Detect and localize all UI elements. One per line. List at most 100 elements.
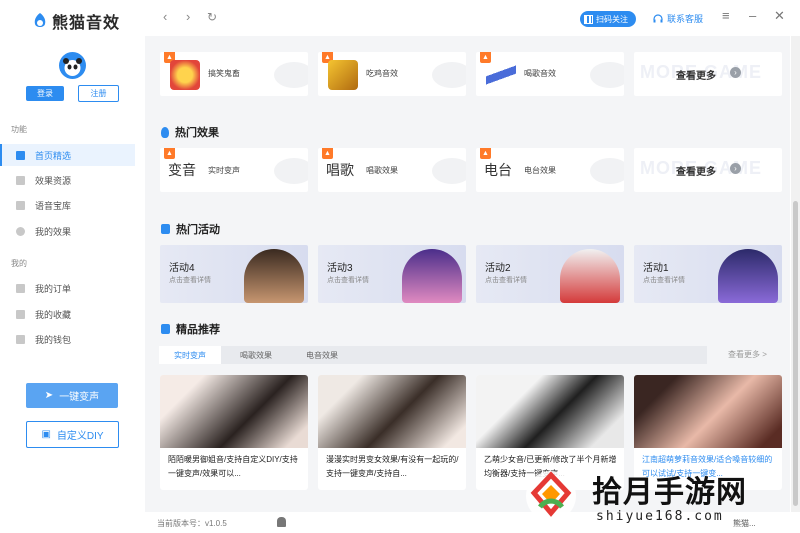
circle-icon (16, 226, 25, 236)
effect-card[interactable]: ▲ 搞笑鬼畜 (160, 52, 308, 96)
sidebar-item-label: 语音宝库 (35, 200, 72, 211)
effect-card[interactable]: ▲ 喝歌音效 (476, 52, 624, 96)
activity-banner[interactable]: 活动1 点击查看详情 (634, 245, 782, 303)
activity-subtitle: 点击查看详情 (485, 277, 527, 284)
character-illustration (402, 249, 462, 303)
card-label: 实时变声 (208, 166, 240, 175)
sidebar-item-favorites[interactable]: 我的收藏 (0, 303, 135, 325)
effect-card[interactable]: ▲ 唱歌 唱歌效果 (318, 148, 466, 192)
effect-card[interactable]: ▲ 电台 电台效果 (476, 148, 624, 192)
character-illustration (718, 249, 778, 303)
card-label: 喝歌音效 (524, 69, 556, 78)
sidebar-item-label: 首页精选 (35, 150, 72, 161)
activity-banner[interactable]: 活动3 点击查看详情 (318, 245, 466, 303)
watermark-text: 拾月手游网 (592, 475, 747, 510)
card-big-label: 电台 (484, 162, 512, 178)
card-decoration (274, 158, 308, 184)
home-icon (16, 150, 25, 160)
minimize-icon[interactable]: – (749, 9, 756, 23)
menu-icon[interactable]: ≡ (722, 9, 730, 23)
card-label: 吃鸡音效 (366, 69, 398, 78)
login-button[interactable]: 登录 (26, 86, 64, 101)
version-text: 当前版本号：v1.0.5 (157, 519, 227, 528)
scan-follow-button[interactable]: 扫码关注 (580, 11, 636, 27)
chevron-right-icon: › (730, 163, 741, 174)
sidebar-item-orders[interactable]: 我的订单 (0, 277, 135, 299)
view-more-card[interactable]: MORE GAME 查看更多 › (634, 52, 782, 96)
tab-realtime-voice[interactable]: 实时变声 (159, 346, 221, 364)
activity-banner[interactable]: 活动2 点击查看详情 (476, 245, 624, 303)
register-button[interactable]: 注册 (78, 85, 119, 102)
character-illustration (244, 249, 304, 303)
card-decoration (590, 158, 624, 184)
sidebar-item-my-effects[interactable]: 我的效果 (0, 220, 135, 242)
sidebar-item-wallet[interactable]: 我的钱包 (0, 328, 135, 350)
effect-card[interactable]: ▲ 吃鸡音效 (318, 52, 466, 96)
chicken-game-icon (328, 60, 358, 90)
scrollbar[interactable] (791, 36, 800, 512)
plug-icon: ▣ (41, 429, 51, 440)
activity-icon (161, 224, 170, 234)
one-click-voice-button[interactable]: ➤ 一键变声 (26, 383, 118, 408)
cover-photo (476, 375, 624, 448)
custom-diy-label: 自定义DIY (56, 431, 104, 442)
qr-code-icon (584, 14, 593, 24)
forward-icon[interactable]: › (186, 10, 190, 24)
sidebar-item-voice-library[interactable]: 语音宝库 (0, 194, 135, 216)
cover-photo (160, 375, 308, 448)
flame-icon (161, 126, 169, 138)
watermark-url: shiyue168.com (596, 509, 724, 524)
watermark: 拾月手游网 shiyue168.com (520, 463, 790, 529)
title-bar: 熊猫音效 ‹ › ↻ 扫码关注 联系客服 ≡ – ✕ (0, 0, 800, 36)
recommend-desc: 漫漫实时男变女效果/有没有一起玩的/支持一键变声/支持自... (326, 455, 459, 478)
featured-heading: 精品推荐 (161, 321, 220, 337)
scan-follow-label: 扫码关注 (596, 14, 628, 24)
bell-icon[interactable] (277, 517, 286, 527)
tab-electronic[interactable]: 电音效果 (291, 346, 353, 364)
card-decoration (590, 62, 624, 88)
featured-view-more-link[interactable]: 查看更多 > (728, 349, 767, 360)
avatar[interactable] (59, 52, 86, 79)
app-title: 熊猫音效 (52, 15, 121, 32)
sidebar: 登录 注册 功能 首页精选 效果资源 语音宝库 我的效果 我的 我的订单 我的收… (0, 36, 145, 533)
sidebar-item-label: 效果资源 (35, 175, 72, 186)
send-icon: ➤ (44, 390, 54, 401)
back-icon[interactable]: ‹ (163, 10, 167, 24)
headset-icon (653, 13, 663, 22)
contact-service-button[interactable]: 联系客服 (653, 12, 703, 25)
chevron-right-icon: › (730, 67, 741, 78)
scroll-thumb[interactable] (793, 201, 798, 506)
activity-title: 活动3 (327, 263, 353, 274)
sidebar-item-effects[interactable]: 效果资源 (0, 169, 135, 191)
wallet-icon (16, 334, 25, 344)
hot-effects-heading: 热门效果 (161, 124, 219, 140)
cover-photo (318, 375, 466, 448)
refresh-icon[interactable]: ↻ (207, 10, 217, 24)
card-decoration (274, 62, 308, 88)
close-icon[interactable]: ✕ (774, 9, 785, 23)
activity-subtitle: 点击查看详情 (327, 277, 369, 284)
featured-tabs: 实时变声 喝歌效果 电音效果 (159, 346, 707, 364)
recommend-card[interactable]: 漫漫实时男变女效果/有没有一起玩的/支持一键变声/支持自... (318, 375, 466, 490)
card-decoration (432, 158, 466, 184)
activity-subtitle: 点击查看详情 (643, 277, 685, 284)
watermark-logo-icon (526, 471, 576, 521)
app-logo: 熊猫音效 (32, 9, 120, 33)
grid-icon (16, 175, 25, 185)
order-icon (16, 283, 25, 293)
view-more-card[interactable]: MORE GAME 查看更多 › (634, 148, 782, 192)
panda-avatar-icon (63, 58, 82, 76)
sidebar-item-label: 我的钱包 (35, 334, 72, 345)
effect-card[interactable]: ▲ 变音 实时变声 (160, 148, 308, 192)
card-label: 唱歌效果 (366, 166, 398, 175)
sidebar-item-label: 我的订单 (35, 283, 72, 294)
activity-banner[interactable]: 活动4 点击查看详情 (160, 245, 308, 303)
microphone-icon (486, 60, 516, 90)
recommend-card[interactable]: 陌陌暖男御姐音/支持自定义DIY/支持一键变声/效果可以... (160, 375, 308, 490)
custom-diy-button[interactable]: ▣ 自定义DIY (26, 421, 119, 448)
card-label: 搞笑鬼畜 (208, 69, 240, 78)
sidebar-item-home[interactable]: 首页精选 (0, 144, 135, 166)
featured-icon (161, 324, 170, 334)
tab-singing[interactable]: 喝歌效果 (225, 346, 287, 364)
card-decoration (432, 62, 466, 88)
